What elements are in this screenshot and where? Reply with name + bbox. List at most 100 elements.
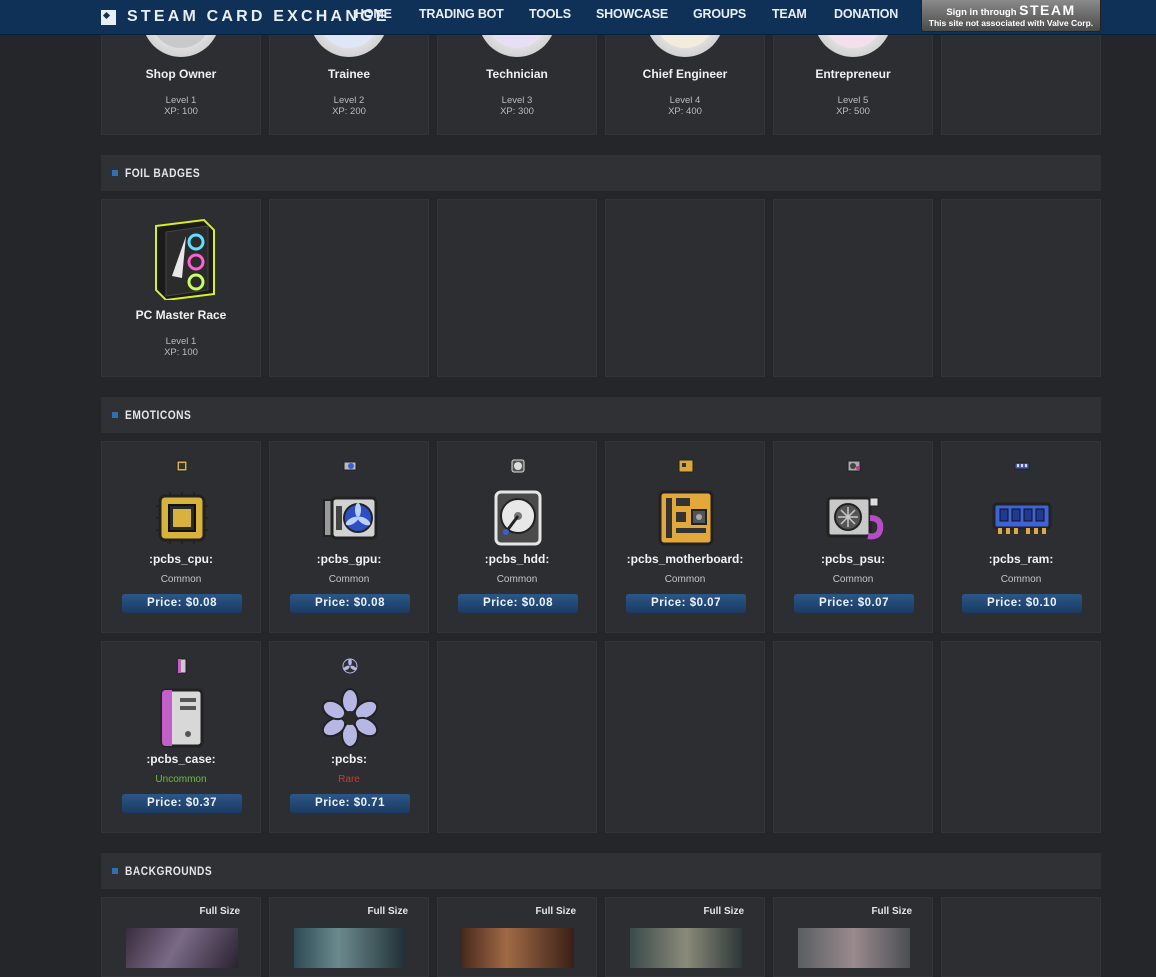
emoticons-header: EMOTICONS (101, 397, 1101, 433)
emoticon-name: :pcbs: (331, 752, 367, 766)
case-icon (160, 688, 204, 748)
backgrounds-header: BACKGROUNDS (101, 853, 1101, 889)
background-thumbnail[interactable] (630, 928, 742, 968)
empty-card (941, 641, 1101, 833)
badge-level: Level 1 (165, 95, 197, 106)
emoticon-rarity: Common (664, 574, 706, 585)
nav-groups[interactable]: GROUPS (693, 7, 746, 21)
emoticon-card: :pcbs_hdd: Common Price: $0.08 (437, 441, 597, 633)
section-title: BACKGROUNDS (125, 864, 213, 878)
background-thumbnail[interactable] (462, 928, 574, 968)
emoticon-rarity: Common (328, 574, 370, 585)
badge-level: Level 3 (501, 95, 533, 106)
background-card: Full Size (101, 897, 261, 977)
full-size-link[interactable]: Full Size (871, 906, 912, 917)
nav-home[interactable]: HOME (355, 7, 392, 21)
badge-xp: XP: 400 (668, 106, 702, 117)
top-navigation-bar: STEAM CARD EXCHANGE HOME TRADING BOT TOO… (0, 0, 1156, 35)
price-button[interactable]: Price: $0.08 (290, 594, 410, 613)
emoticon-name: :pcbs_motherboard: (626, 552, 744, 566)
badge-xp: XP: 300 (500, 106, 534, 117)
full-size-link[interactable]: Full Size (703, 906, 744, 917)
emoticon-rarity: Rare (338, 774, 360, 785)
nav-trading-bot[interactable]: TRADING BOT (419, 7, 504, 21)
nav-team[interactable]: TEAM (772, 7, 807, 21)
nav-showcase[interactable]: SHOWCASE (596, 7, 668, 21)
empty-card (773, 641, 933, 833)
price-button[interactable]: Price: $0.08 (458, 594, 578, 613)
section-title: EMOTICONS (125, 408, 192, 422)
foil-badge-card: PC Master Race Level 1 XP: 100 (101, 199, 261, 377)
price-button[interactable]: Price: $0.10 (962, 594, 1082, 613)
section-bullet-icon (112, 412, 118, 418)
price-button[interactable]: Price: $0.07 (794, 594, 914, 613)
emoticon-rarity: Common (1000, 574, 1042, 585)
hdd-icon (511, 459, 525, 473)
emoticon-card: :pcbs_motherboard: Common Price: $0.07 (605, 441, 765, 633)
full-size-link[interactable]: Full Size (535, 906, 576, 917)
nav-tools[interactable]: TOOLS (529, 7, 571, 21)
cpu-icon (156, 492, 208, 544)
full-size-link[interactable]: Full Size (199, 906, 240, 917)
cpu-icon (176, 460, 188, 472)
emoticon-rarity: Common (496, 574, 538, 585)
foil-badges-header: FOIL BADGES (101, 155, 1101, 191)
empty-card (437, 199, 597, 377)
badge-level: Level 4 (669, 95, 701, 106)
badge-level: Level 5 (837, 95, 869, 106)
emoticon-card: :pcbs_ram: Common Price: $0.10 (941, 441, 1101, 633)
emoticon-card: :pcbs_cpu: Common Price: $0.08 (101, 441, 261, 633)
badge-level: Level 2 (333, 95, 365, 106)
empty-card (773, 199, 933, 377)
empty-card (941, 199, 1101, 377)
price-button[interactable]: Price: $0.08 (122, 594, 242, 613)
empty-card (605, 199, 765, 377)
badge-level: Level 1 (165, 336, 197, 347)
emoticon-name: :pcbs_ram: (988, 552, 1054, 566)
badge-name: Shop Owner (145, 67, 217, 81)
empty-card (437, 641, 597, 833)
hdd-icon (494, 490, 542, 546)
nav-donation[interactable]: DONATION (834, 7, 898, 21)
fan-icon (342, 658, 358, 674)
pc-case-foil-badge-icon (142, 218, 222, 302)
gpu-icon (323, 496, 378, 540)
emoticon-card: :pcbs_gpu: Common Price: $0.08 (269, 441, 429, 633)
emoticon-rarity: Uncommon (155, 774, 207, 785)
background-card: Full Size (437, 897, 597, 977)
background-card: Full Size (269, 897, 429, 977)
background-thumbnail[interactable] (798, 928, 910, 968)
section-bullet-icon (112, 868, 118, 874)
emoticon-name: :pcbs_gpu: (316, 552, 382, 566)
emoticon-card: :pcbs_case: Uncommon Price: $0.37 (101, 641, 261, 833)
emoticon-rarity: Common (832, 574, 874, 585)
motherboard-icon (678, 459, 694, 473)
steam-signin-button[interactable]: Sign in through STEAM This site not asso… (921, 0, 1101, 32)
emoticon-name: :pcbs_case: (146, 752, 216, 766)
price-button[interactable]: Price: $0.71 (290, 794, 410, 813)
price-button[interactable]: Price: $0.37 (122, 794, 242, 813)
badge-name: Trainee (327, 67, 371, 81)
site-logo[interactable]: STEAM CARD EXCHANGE (101, 6, 390, 28)
empty-card (941, 897, 1101, 977)
badge-name: Entrepreneur (815, 67, 891, 81)
emoticon-card: :pcbs_psu: Common Price: $0.07 (773, 441, 933, 633)
background-thumbnail[interactable] (126, 928, 238, 968)
logo-text: STEAM CARD EXCHANGE (127, 8, 390, 25)
ram-icon (1014, 462, 1030, 470)
background-thumbnail[interactable] (294, 928, 406, 968)
case-icon (177, 658, 187, 674)
background-card: Full Size (605, 897, 765, 977)
badge-name: Chief Engineer (642, 67, 728, 81)
empty-card (605, 641, 765, 833)
emoticon-name: :pcbs_hdd: (484, 552, 550, 566)
price-button[interactable]: Price: $0.07 (626, 594, 746, 613)
logo-mark-icon (101, 9, 116, 25)
full-size-link[interactable]: Full Size (367, 906, 408, 917)
section-bullet-icon (112, 170, 118, 176)
motherboard-icon (658, 490, 714, 546)
fan-icon (321, 688, 379, 748)
emoticon-name: :pcbs_psu: (820, 552, 885, 566)
badge-name: PC Master Race (135, 308, 227, 322)
emoticon-name: :pcbs_cpu: (148, 552, 213, 566)
